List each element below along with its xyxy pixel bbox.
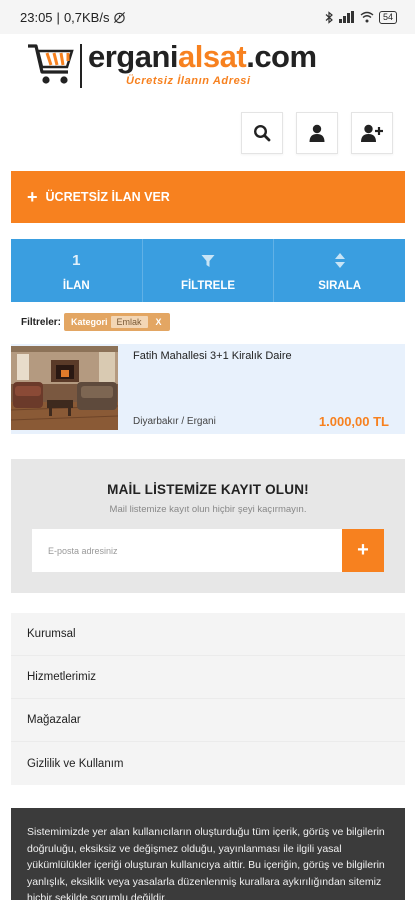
filter-chip-key: Kategori <box>71 317 108 327</box>
listing-thumbnail <box>11 346 118 430</box>
site-logo[interactable]: erganialsat.com Ücretsiz İlanın Adresi <box>26 40 317 88</box>
newsletter-heading: MAİL LİSTEMİZE KAYIT OLUN! <box>107 482 309 497</box>
login-button[interactable] <box>296 112 338 154</box>
listing-count: 1 <box>72 252 81 269</box>
active-filters: Filtreler: Kategori Emlak X <box>21 313 170 331</box>
link-services[interactable]: Hizmetlerimiz <box>11 656 405 699</box>
filter-chip-category: Kategori Emlak X <box>64 313 170 331</box>
filters-label: Filtreler: <box>21 316 62 328</box>
user-icon <box>309 124 325 142</box>
mute-alarm-icon <box>113 11 126 24</box>
status-right: 54 <box>325 10 397 24</box>
tab-sort-label: SIRALA <box>318 279 362 292</box>
site-header: erganialsat.com Ücretsiz İlanın Adresi <box>0 34 415 94</box>
tab-listings[interactable]: 1 İLAN <box>11 239 143 302</box>
cta-label: ÜCRETSİZ İLAN VER <box>45 190 170 204</box>
register-button[interactable] <box>351 112 393 154</box>
filter-chip-value: Emlak <box>110 316 148 328</box>
filter-icon <box>201 254 215 267</box>
footer-disclaimer: Sistemimizde yer alan kullanıcıların olu… <box>11 808 405 900</box>
newsletter-form: + <box>32 529 384 572</box>
plus-icon: + <box>27 187 38 207</box>
subscribe-button[interactable]: + <box>342 529 384 572</box>
signal-icon <box>338 11 355 23</box>
newsletter-section: MAİL LİSTEMİZE KAYIT OLUN! Mail listemiz… <box>11 459 405 593</box>
logo-wordmark: erganialsat.com <box>88 39 317 74</box>
listing-card[interactable]: Fatih Mahallesi 3+1 Kiralık Daire Diyarb… <box>11 344 405 434</box>
link-corporate[interactable]: Kurumsal <box>11 613 405 656</box>
tab-filter[interactable]: FİLTRELE <box>143 239 275 302</box>
footer-links: Kurumsal Hizmetlerimiz Mağazalar Gizlili… <box>11 613 405 785</box>
logo-tagline: Ücretsiz İlanın Adresi <box>126 75 251 87</box>
status-speed: 0,7KB/s <box>63 9 110 25</box>
disclaimer-text: Sistemimizde yer alan kullanıcıların olu… <box>27 826 385 900</box>
bluetooth-icon <box>325 10 334 24</box>
listing-price: 1.000,00 TL <box>318 414 389 429</box>
battery-icon: 54 <box>378 10 397 24</box>
status-bar: 23:05 | 0,7KB/s 54 <box>0 0 415 34</box>
newsletter-subtext: Mail listemize kayıt olun hiçbir şeyi ka… <box>109 504 307 515</box>
listing-location: Diyarbakır / Ergani <box>133 416 216 427</box>
status-left: 23:05 | 0,7KB/s <box>20 10 126 25</box>
link-privacy[interactable]: Gizlilik ve Kullanım <box>11 742 405 785</box>
listing-title[interactable]: Fatih Mahallesi 3+1 Kiralık Daire <box>133 350 292 362</box>
cart-logo-icon <box>28 44 74 84</box>
wifi-icon <box>360 11 374 23</box>
tab-listings-label: İLAN <box>62 279 90 292</box>
logo-divider <box>80 44 82 88</box>
sort-icon <box>334 253 345 268</box>
search-icon <box>253 124 271 142</box>
remove-filter-button[interactable]: X <box>148 317 166 327</box>
listing-toolbar: 1 İLAN FİLTRELE SIRALA <box>11 239 405 302</box>
tab-filter-label: FİLTRELE <box>180 279 236 292</box>
search-button[interactable] <box>241 112 283 154</box>
tab-sort[interactable]: SIRALA <box>274 239 405 302</box>
add-user-icon <box>361 124 383 142</box>
header-actions <box>241 112 393 154</box>
post-free-listing-button[interactable]: + ÜCRETSİZ İLAN VER <box>11 171 405 223</box>
status-time: 23:05 <box>20 9 53 25</box>
email-input[interactable] <box>32 529 342 572</box>
link-stores[interactable]: Mağazalar <box>11 699 405 742</box>
